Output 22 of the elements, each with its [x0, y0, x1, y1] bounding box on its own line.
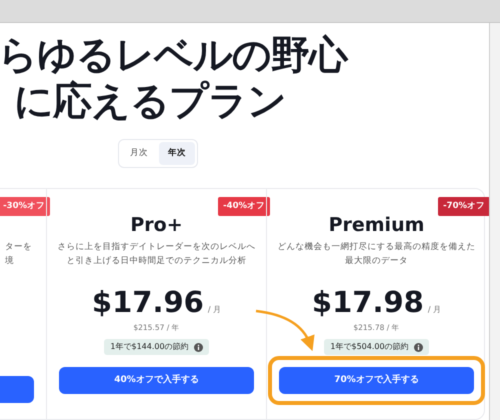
- buy-button[interactable]: 70%オフで入手する: [279, 367, 474, 394]
- plan-description: ターを 境: [5, 240, 32, 268]
- plan-description: さらに上を目指すデイトレーダーを次のレベルへ と引き上げる日中時間足でのテクニカル分析: [58, 240, 256, 268]
- info-icon: [414, 342, 423, 352]
- buy-button[interactable]: 40%オフで入手する: [59, 367, 254, 394]
- savings-text: 1年で$144.00の節約: [110, 341, 189, 353]
- page-heading: らゆるレベルの野心 に応えるプラン: [0, 33, 350, 125]
- price-unit: / 月: [428, 304, 442, 316]
- plan-price: $17.96: [92, 284, 204, 320]
- discount-badge: -30%オフ: [0, 196, 50, 216]
- plan-name: Pro+: [130, 212, 183, 237]
- plan-name: Premium: [328, 212, 424, 237]
- discount-badge: -40%オフ: [218, 196, 270, 216]
- discount-badge: -70%オフ: [438, 196, 489, 216]
- curved-arrow: [256, 310, 314, 351]
- billing-tab[interactable]: 月次: [121, 142, 157, 165]
- price-unit: / 月: [208, 304, 222, 316]
- billing-tab[interactable]: 年次: [159, 142, 195, 165]
- plan-description: どんな機会も一網打尽にする最高の精度を備えた 最大限のデータ: [278, 240, 476, 268]
- info-icon: [194, 342, 203, 352]
- plan-price: $17.98: [312, 284, 424, 320]
- savings-text: 1年で$504.00の節約: [330, 341, 409, 353]
